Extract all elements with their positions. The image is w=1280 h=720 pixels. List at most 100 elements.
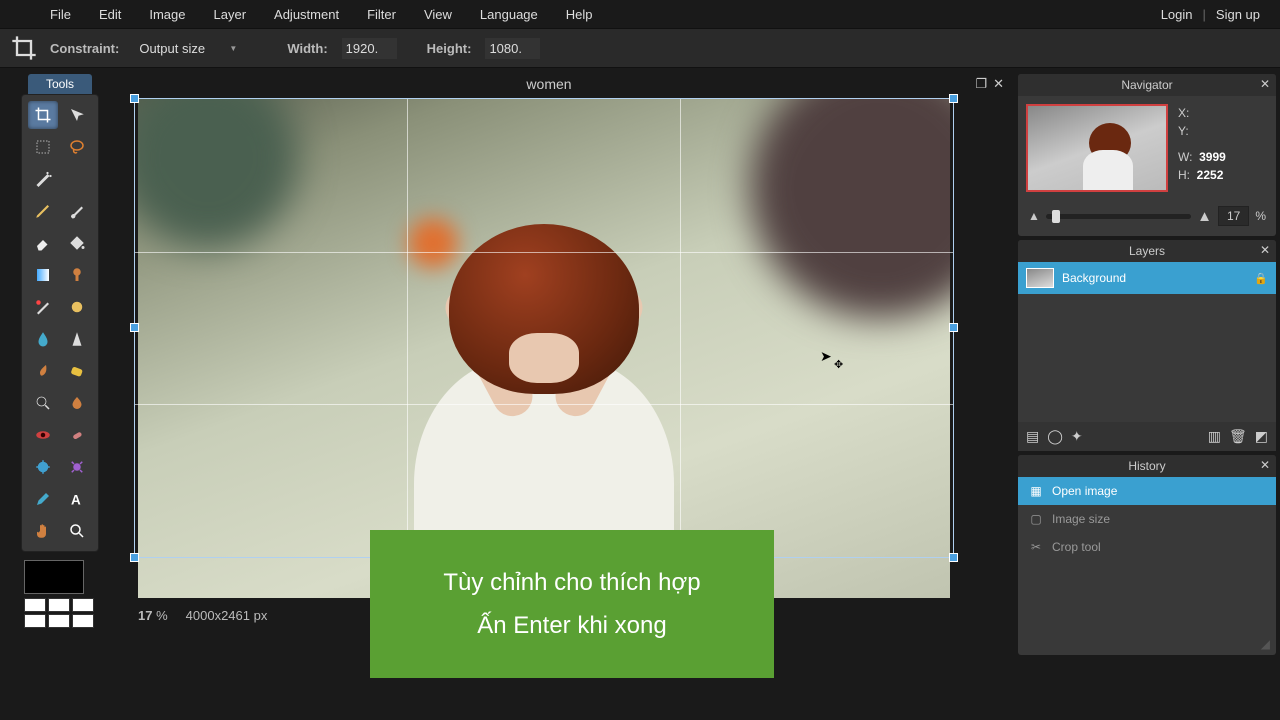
more-icon[interactable]: ◩ [1255,428,1268,445]
menu-file[interactable]: File [50,7,71,22]
crop-handle[interactable] [130,553,139,562]
dodge-tool[interactable] [28,389,58,417]
menu-adjustment[interactable]: Adjustment [274,7,339,22]
history-item[interactable]: ▢ Image size [1018,505,1276,533]
close-icon[interactable]: ✕ [1260,77,1270,91]
history-item[interactable]: ✂ Crop tool [1018,533,1276,561]
layers-panel: Layers ✕ Background 🔒 ▤ ◯ ✦ ▥ 🗑 ◩ [1018,240,1276,451]
crop-icon: ✂ [1028,539,1044,555]
layer-name: Background [1062,271,1126,285]
color-swatches[interactable] [24,560,96,628]
navigator-thumbnail[interactable] [1026,104,1168,192]
menu-help[interactable]: Help [566,7,593,22]
signup-link[interactable]: Sign up [1216,7,1260,22]
options-bar: Constraint: Output size Width: 1920. Hei… [0,28,1280,68]
zoom-tool[interactable] [62,517,92,545]
menu-filter[interactable]: Filter [367,7,396,22]
nav-y-label: Y: [1178,124,1189,138]
swatch[interactable] [48,598,70,612]
constraint-dropdown[interactable]: Output size [133,38,243,59]
delete-layer-icon[interactable]: 🗑 [1229,428,1247,445]
crop-handle[interactable] [949,553,958,562]
login-link[interactable]: Login [1161,7,1193,22]
pinch-tool[interactable] [62,453,92,481]
crop-handle[interactable] [949,323,958,332]
swatch[interactable] [72,598,94,612]
menu-edit[interactable]: Edit [99,7,121,22]
picker-tool[interactable] [28,485,58,513]
layers-title: Layers [1129,244,1165,258]
menu-image[interactable]: Image [149,7,185,22]
hand-tool[interactable] [28,517,58,545]
bloat-tool[interactable] [28,453,58,481]
marquee-tool[interactable] [28,133,58,161]
redeye-tool[interactable] [28,421,58,449]
nav-zoom-value[interactable]: 17 [1218,206,1249,226]
width-input[interactable]: 1920. [342,38,397,59]
zoom-slider[interactable] [1046,214,1191,219]
tools-panel: Tools A [0,68,120,720]
open-image-icon: ▦ [1028,483,1044,499]
lock-icon[interactable]: 🔒 [1254,272,1268,285]
swatch[interactable] [72,614,94,628]
layer-fx-icon[interactable]: ✦ [1071,428,1083,445]
history-label: Crop tool [1052,540,1101,554]
eraser-tool[interactable] [28,229,58,257]
restore-icon[interactable]: ❐ [975,76,987,92]
zoom-in-icon[interactable]: ▲ [1197,208,1212,225]
pencil-tool[interactable] [28,197,58,225]
instruction-tooltip: Tùy chỉnh cho thích hợp Ấn Enter khi xon… [370,530,774,678]
layer-row[interactable]: Background 🔒 [1018,262,1276,294]
canvas-dims: 4000x2461 px [186,608,268,623]
history-panel: History ✕ ▦ Open image ▢ Image size ✂ Cro… [1018,455,1276,655]
close-icon[interactable]: ✕ [993,76,1004,92]
sharpen-tool[interactable] [62,325,92,353]
menu-bar: File Edit Image Layer Adjustment Filter … [0,0,1280,28]
swatch[interactable] [48,614,70,628]
layer-mask-icon[interactable]: ◯ [1047,428,1063,445]
move-tool[interactable] [62,101,92,129]
document-title: women [120,76,978,92]
draw-tool[interactable] [62,293,92,321]
close-icon[interactable]: ✕ [1260,458,1270,472]
wand-tool[interactable] [28,165,58,193]
menu-view[interactable]: View [424,7,452,22]
clone-tool[interactable] [62,261,92,289]
gradient-tool[interactable] [28,261,58,289]
close-icon[interactable]: ✕ [1260,243,1270,257]
menu-language[interactable]: Language [480,7,538,22]
type-tool[interactable]: A [62,485,92,513]
foreground-color[interactable] [24,560,84,594]
crop-tool[interactable] [28,101,58,129]
layer-settings-icon[interactable]: ▤ [1026,428,1039,445]
crop-overlay[interactable] [134,98,954,558]
smudge-tool[interactable] [28,357,58,385]
brush-tool[interactable] [62,197,92,225]
menu-layer[interactable]: Layer [214,7,247,22]
swatch[interactable] [24,598,46,612]
crop-handle[interactable] [130,323,139,332]
replace-color-tool[interactable] [28,293,58,321]
new-layer-icon[interactable]: ▥ [1208,428,1221,445]
blur-tool[interactable] [28,325,58,353]
height-label: Height: [427,41,472,56]
bucket-tool[interactable] [62,229,92,257]
burn-tool[interactable] [62,389,92,417]
height-input[interactable]: 1080. [485,38,540,59]
lasso-tool[interactable] [62,133,92,161]
spot-heal-tool[interactable] [62,421,92,449]
crop-handle[interactable] [130,94,139,103]
resize-handle-icon[interactable]: ◢ [1261,637,1270,651]
history-label: Open image [1052,484,1117,498]
tip-line1: Tùy chỉnh cho thích hợp [443,561,700,604]
swatch[interactable] [24,614,46,628]
crop-handle[interactable] [949,94,958,103]
nav-h-value: 2252 [1197,168,1224,182]
sponge-tool[interactable] [62,357,92,385]
history-title: History [1128,459,1165,473]
zoom-out-icon[interactable]: ▲ [1028,209,1040,223]
history-item[interactable]: ▦ Open image [1018,477,1276,505]
nav-x-label: X: [1178,106,1189,120]
crop-icon [10,34,38,62]
status-bar: 17 % 4000x2461 px [138,608,267,623]
